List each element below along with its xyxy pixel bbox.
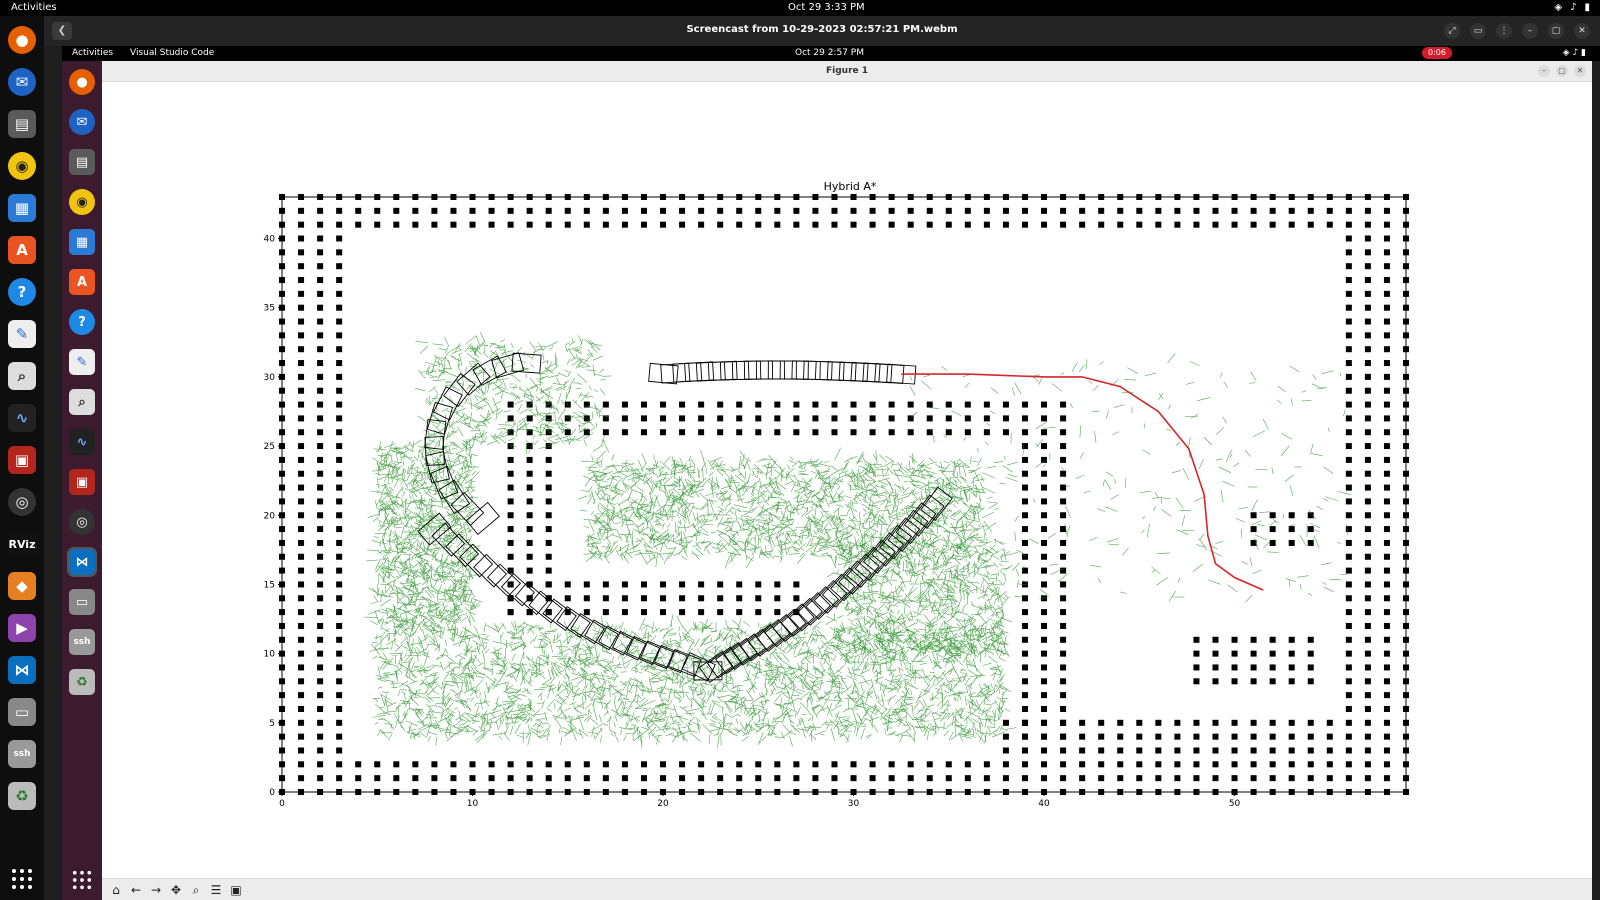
player-header: ❮ Screencast from 10-29-2023 02:57:21 PM…	[44, 16, 1600, 46]
x-tick-label: 40	[1038, 799, 1050, 809]
layers-icon[interactable]: ◆	[8, 572, 36, 600]
x-tick-label: 20	[657, 799, 669, 809]
app-center-icon[interactable]: A	[8, 236, 36, 264]
search-icon: ⌕	[69, 389, 95, 415]
rhythmbox-icon: ◉	[69, 189, 95, 215]
player-title: Screencast from 10-29-2023 02:57:21 PM.w…	[686, 24, 958, 35]
ssh-file-icon: ssh	[69, 629, 95, 655]
search-icon[interactable]: ⌕	[8, 362, 36, 390]
recorded-activities: Activities	[72, 48, 114, 58]
files-icon[interactable]: ▤	[8, 110, 36, 138]
text-editor-icon: ✎	[69, 349, 95, 375]
writer-icon[interactable]: ▦	[8, 194, 36, 222]
recorded-dock: ● ✉ ▤ ◉ ▦ A ? ✎ ⌕ ∿ ▣ ◎ ⋈ ▭ ssh ♻	[62, 61, 102, 900]
x-tick-label: 10	[467, 799, 479, 809]
text-editor-icon[interactable]: ✎	[8, 320, 36, 348]
plot-area: Hybrid A* 0 10 20 30 40 50 0 5 10 15 20 25 30 35 40	[102, 82, 1592, 878]
chart-title: Hybrid A*	[824, 180, 877, 193]
terminal-icon: ▣	[69, 469, 95, 495]
hybrid-astar-plot[interactable]: Hybrid A* 0 10 20 30 40 50 0 5 10 15 20 25 30 35 40	[102, 82, 1592, 878]
files-icon: ▤	[69, 149, 95, 175]
battery-icon: ▮	[1584, 2, 1590, 13]
obstacle-points	[279, 194, 1409, 795]
system-dock: ● ✉ ▤ ◉ ▦ A ? ✎ ⌕ ∿ ▣ ◎ RViz ◆ ▶ ⋈ ▭ ssh…	[0, 16, 44, 900]
captions-icon[interactable]: ▭	[1470, 23, 1486, 39]
x-tick-label: 50	[1229, 799, 1241, 809]
figure-titlebar: Figure 1 – ▢ ✕	[102, 61, 1592, 82]
figure-window-buttons: – ▢ ✕	[1538, 65, 1586, 77]
configure-icon[interactable]: ☰	[208, 882, 224, 898]
y-tick-label: 35	[264, 304, 275, 314]
x-tick-label: 0	[279, 799, 285, 809]
writer-icon: ▦	[69, 229, 95, 255]
save-icon[interactable]: ▣	[228, 882, 244, 898]
minimize-icon[interactable]: –	[1538, 65, 1550, 77]
system-monitor-icon: ∿	[69, 429, 95, 455]
vscode-icon: ⋈	[67, 547, 97, 577]
y-tick-label: 20	[264, 511, 276, 521]
vscode-icon[interactable]: ⋈	[8, 656, 36, 684]
recording-indicator: 0:06	[1422, 47, 1452, 59]
activities-button[interactable]: Activities	[11, 2, 57, 13]
thunderbird-icon[interactable]: ✉	[8, 68, 36, 96]
terminal-icon[interactable]: ▣	[8, 446, 36, 474]
wifi-icon: ◈	[1554, 2, 1563, 13]
recorded-topbar: Activities Visual Studio Code Oct 29 2:5…	[62, 46, 1600, 61]
menu-icon[interactable]: ⋮	[1496, 23, 1512, 39]
x-tick-label: 30	[848, 799, 860, 809]
trash-icon[interactable]: ♻	[8, 782, 36, 810]
video-player-window: ❮ Screencast from 10-29-2023 02:57:21 PM…	[44, 16, 1600, 900]
volume-icon: ♪	[1570, 2, 1577, 13]
document-icon[interactable]: ▭	[8, 698, 36, 726]
back-arrow-icon[interactable]: ←	[128, 882, 144, 898]
clock[interactable]: Oct 29 3:33 PM	[788, 2, 865, 13]
window-controls: ⤢ ▭ ⋮ – ▢ ✕	[1444, 23, 1590, 39]
matplotlib-toolbar: ⌂ ← → ✥ ⌕ ☰ ▣	[102, 878, 1592, 900]
rhythmbox-icon[interactable]: ◉	[8, 152, 36, 180]
recorded-clock: Oct 29 2:57 PM	[795, 48, 864, 58]
figure-title: Figure 1	[825, 66, 869, 76]
firefox-icon: ●	[69, 69, 95, 95]
firefox-icon[interactable]: ●	[8, 26, 36, 54]
show-apps-icon[interactable]	[11, 868, 33, 890]
zoom-icon[interactable]: ⌕	[188, 882, 204, 898]
y-tick-label: 30	[264, 373, 276, 383]
media-player-icon[interactable]: ▶	[8, 614, 36, 642]
forward-arrow-icon[interactable]: →	[148, 882, 164, 898]
minimize-icon[interactable]: –	[1522, 23, 1538, 39]
y-tick-label: 25	[264, 442, 275, 452]
recorded-app-name: Visual Studio Code	[130, 48, 215, 58]
show-apps-icon	[72, 870, 92, 890]
thunderbird-icon: ✉	[69, 109, 95, 135]
y-tick-label: 40	[264, 235, 276, 245]
system-topbar: Activities Oct 29 3:33 PM ◈ ♪ ▮	[0, 0, 1600, 16]
help-icon[interactable]: ?	[8, 278, 36, 306]
trash-icon: ♻	[69, 669, 95, 695]
y-tick-label: 0	[269, 788, 275, 798]
help-icon: ?	[69, 309, 95, 335]
maximize-icon[interactable]: ▢	[1556, 65, 1568, 77]
obs-icon[interactable]: ◎	[8, 488, 36, 516]
y-tick-label: 15	[264, 580, 275, 590]
y-tick-label: 5	[269, 719, 275, 729]
y-tick-label: 10	[264, 650, 276, 660]
document-icon: ▭	[69, 589, 95, 615]
rviz-icon[interactable]: RViz	[8, 530, 36, 558]
figure-window: Figure 1 – ▢ ✕ Hybrid A* 0 10 20 30 40 50 0 5 10…	[102, 61, 1592, 900]
pan-icon[interactable]: ✥	[168, 882, 184, 898]
fullscreen-icon[interactable]: ⤢	[1444, 23, 1460, 39]
maximize-icon[interactable]: ▢	[1548, 23, 1564, 39]
close-icon[interactable]: ✕	[1574, 23, 1590, 39]
obs-icon: ◎	[69, 509, 95, 535]
ssh-file-icon[interactable]: ssh	[8, 740, 36, 768]
home-icon[interactable]: ⌂	[108, 882, 124, 898]
status-icons[interactable]: ◈ ♪ ▮	[1554, 2, 1590, 13]
close-icon[interactable]: ✕	[1574, 65, 1586, 77]
app-center-icon: A	[69, 269, 95, 295]
system-monitor-icon[interactable]: ∿	[8, 404, 36, 432]
recorded-status-icons: ◈ ♪ ▮	[1562, 48, 1586, 58]
